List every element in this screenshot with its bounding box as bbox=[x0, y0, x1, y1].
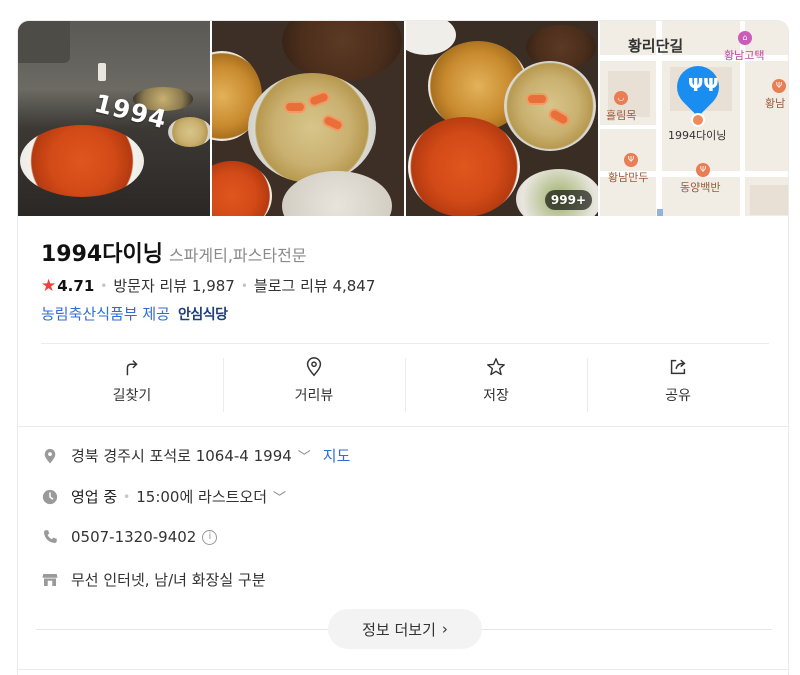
hours-detail: 15:00에 라스트오더 bbox=[136, 488, 268, 506]
photo-dish bbox=[168, 117, 210, 147]
clock-icon bbox=[42, 489, 58, 504]
amenities-text: 무선 인터넷, 남/녀 화장실 구분 bbox=[71, 571, 266, 589]
more-info-button[interactable]: 정보 더보기 › bbox=[328, 609, 482, 649]
address-row: 경북 경주시 포석로 1064-4 1994 ﹀ 지도 bbox=[41, 445, 350, 466]
restaurant-icon: Ψ bbox=[696, 163, 710, 177]
photo-detail bbox=[526, 93, 548, 105]
map-poi-label: 황남고택 bbox=[724, 49, 765, 62]
chevron-right-icon: › bbox=[441, 620, 448, 638]
photo-detail bbox=[98, 63, 106, 81]
more-photos-badge[interactable]: 999+ bbox=[544, 190, 592, 210]
save-label: 저장 bbox=[483, 388, 509, 404]
hours-row[interactable]: 영업 중 • 15:00에 라스트오더 ﹀ bbox=[41, 486, 286, 507]
restaurant-icon: Ψ bbox=[772, 79, 786, 93]
map-link[interactable]: 지도 bbox=[323, 445, 351, 466]
share-icon bbox=[670, 359, 686, 375]
hours-status: 영업 중 bbox=[71, 488, 118, 506]
map-poi-label: 황남 bbox=[765, 97, 786, 110]
map-poi-label: 동양백반 bbox=[680, 181, 721, 194]
separator-dot: • bbox=[240, 278, 248, 293]
photo-2[interactable] bbox=[212, 21, 404, 216]
map-block bbox=[750, 185, 788, 215]
directions-icon bbox=[126, 360, 138, 376]
map-marker bbox=[657, 209, 663, 216]
star-outline-icon bbox=[487, 358, 505, 376]
blog-reviews-link[interactable]: 블로그 리뷰 4,847 bbox=[254, 275, 375, 296]
more-info-label: 정보 더보기 bbox=[362, 620, 436, 639]
pin-anchor-icon bbox=[691, 113, 705, 127]
bottom-divider bbox=[18, 669, 788, 670]
directions-button[interactable]: 길찾기 bbox=[41, 344, 223, 417]
chevron-down-icon[interactable]: ﹀ bbox=[298, 446, 311, 465]
photo-detail bbox=[18, 21, 70, 63]
phone-number[interactable]: 0507-1320-9402 bbox=[71, 528, 196, 546]
visitor-reviews-link[interactable]: 방문자 리뷰 1,987 bbox=[113, 275, 234, 296]
map-street-label: 황리단길 bbox=[628, 37, 684, 55]
map-poi-label: 흘림목 bbox=[606, 109, 637, 122]
phone-icon bbox=[44, 530, 57, 543]
phone-row: 0507-1320-9402 i bbox=[41, 528, 218, 546]
save-button[interactable]: 저장 bbox=[405, 344, 587, 417]
place-name: 1994다이닝 bbox=[41, 242, 163, 267]
photo-dish bbox=[282, 21, 402, 81]
street-view-icon bbox=[306, 357, 322, 377]
restaurant-icon: Ψ bbox=[624, 153, 638, 167]
photo-1[interactable]: 1994 bbox=[18, 21, 210, 216]
star-icon: ★ bbox=[41, 275, 57, 296]
photo-dish bbox=[20, 125, 144, 197]
directions-label: 길찾기 bbox=[112, 388, 152, 404]
restaurant-pin-glyph-icon: ΨΨ bbox=[688, 75, 719, 96]
photo-dish bbox=[248, 73, 376, 183]
action-bar: 길찾기 거리뷰 저장 공유 bbox=[41, 343, 769, 417]
chevron-down-icon[interactable]: ﹀ bbox=[273, 487, 286, 506]
address-text: 경북 경주시 포석로 1064-4 1994 bbox=[71, 447, 292, 465]
lodging-icon: ⌂ bbox=[738, 31, 752, 45]
map-road bbox=[600, 125, 660, 129]
separator-dot: • bbox=[100, 278, 108, 293]
place-category: 스파게티,파스타전문 bbox=[168, 246, 307, 265]
place-card: 1994 999+ 황리단길 ⌂ 황남고택 Ψ 황남 ◡ 흘림목 ΨΨ 1994… bbox=[17, 20, 789, 675]
store-icon bbox=[42, 573, 58, 586]
photo-dish bbox=[212, 161, 272, 216]
certification-row: 농림축산식품부 제공 안심식당 bbox=[41, 303, 228, 324]
photo-dish bbox=[504, 61, 596, 151]
separator-dot: • bbox=[123, 489, 131, 504]
share-button[interactable]: 공유 bbox=[587, 344, 769, 417]
map-preview[interactable]: 황리단길 ⌂ 황남고택 Ψ 황남 ◡ 흘림목 ΨΨ 1994다이닝 Ψ 황남만두… bbox=[600, 21, 788, 216]
certification-link[interactable]: 농림축산식품부 제공 bbox=[41, 303, 170, 324]
title-row: 1994다이닝 스파게티,파스타전문 bbox=[41, 236, 307, 268]
rating-value: 4.71 bbox=[57, 276, 95, 295]
safe-restaurant-badge: 안심식당 bbox=[177, 306, 228, 323]
location-icon bbox=[44, 448, 56, 463]
info-icon[interactable]: i bbox=[202, 529, 218, 545]
photo-3[interactable]: 999+ bbox=[406, 21, 598, 216]
section-divider bbox=[18, 426, 788, 427]
photo-detail bbox=[284, 101, 306, 113]
map-poi-label: 황남만두 bbox=[608, 171, 649, 184]
share-label: 공유 bbox=[665, 388, 691, 404]
amenities-row: 무선 인터넷, 남/녀 화장실 구분 bbox=[41, 569, 266, 590]
map-pin-label: 1994다이닝 bbox=[668, 129, 727, 142]
photo-dish bbox=[408, 117, 520, 216]
cafe-icon: ◡ bbox=[614, 91, 628, 105]
photo-strip: 1994 999+ 황리단길 ⌂ 황남고택 Ψ 황남 ◡ 흘림목 ΨΨ 1994… bbox=[18, 21, 788, 216]
stats-row: ★ 4.71 • 방문자 리뷰 1,987 • 블로그 리뷰 4,847 bbox=[41, 275, 375, 296]
street-view-label: 거리뷰 bbox=[294, 388, 334, 404]
street-view-button[interactable]: 거리뷰 bbox=[223, 344, 405, 417]
